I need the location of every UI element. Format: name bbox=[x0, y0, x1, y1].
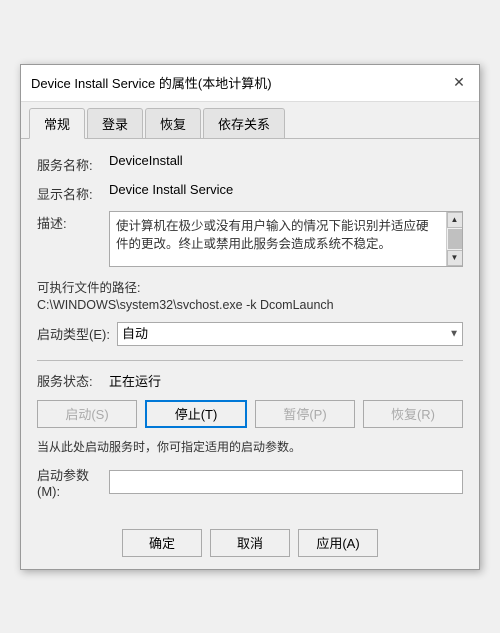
stop-button[interactable]: 停止(T) bbox=[145, 400, 247, 428]
exe-path-label: 可执行文件的路径: bbox=[37, 277, 463, 296]
service-name-row: 服务名称: DeviceInstall bbox=[37, 153, 463, 174]
bottom-buttons: 确定 取消 应用(A) bbox=[21, 523, 479, 569]
startup-type-label: 启动类型(E): bbox=[37, 324, 117, 343]
tab-content: 服务名称: DeviceInstall 显示名称: Device Install… bbox=[21, 139, 479, 523]
scroll-up-arrow[interactable]: ▲ bbox=[447, 212, 463, 228]
display-name-row: 显示名称: Device Install Service bbox=[37, 182, 463, 203]
scroll-down-arrow[interactable]: ▼ bbox=[447, 250, 463, 266]
description-row: 描述: 使计算机在极少或没有用户输入的情况下能识别并适应硬件的更改。终止或禁用此… bbox=[37, 211, 463, 267]
service-status-row: 服务状态: 正在运行 bbox=[37, 371, 463, 390]
tab-dependencies[interactable]: 依存关系 bbox=[203, 108, 285, 138]
title-bar: Device Install Service 的属性(本地计算机) ✕ bbox=[21, 65, 479, 102]
tab-general[interactable]: 常规 bbox=[29, 108, 85, 139]
exe-path-value: C:\WINDOWS\system32\svchost.exe -k DcomL… bbox=[37, 298, 463, 312]
display-name-label: 显示名称: bbox=[37, 182, 109, 203]
startup-type-wrapper: 自动 手动 禁用 ▼ bbox=[117, 322, 463, 346]
pause-button[interactable]: 暂停(P) bbox=[255, 400, 355, 428]
startup-param-row: 启动参数(M): bbox=[37, 465, 463, 499]
ok-button[interactable]: 确定 bbox=[122, 529, 202, 557]
description-text: 使计算机在极少或没有用户输入的情况下能识别并适应硬件的更改。终止或禁用此服务会造… bbox=[116, 217, 456, 255]
properties-window: Device Install Service 的属性(本地计算机) ✕ 常规 登… bbox=[20, 64, 480, 570]
start-button[interactable]: 启动(S) bbox=[37, 400, 137, 428]
startup-type-select[interactable]: 自动 手动 禁用 bbox=[117, 322, 463, 346]
tab-recovery[interactable]: 恢复 bbox=[145, 108, 201, 138]
startup-type-row: 启动类型(E): 自动 手动 禁用 ▼ bbox=[37, 322, 463, 346]
scrollbar[interactable]: ▲ ▼ bbox=[446, 212, 462, 266]
service-name-label: 服务名称: bbox=[37, 153, 109, 174]
startup-param-input[interactable] bbox=[109, 470, 463, 494]
description-label: 描述: bbox=[37, 211, 109, 232]
hint-text: 当从此处启动服务时，你可指定适用的启动参数。 bbox=[37, 438, 463, 455]
service-status-value: 正在运行 bbox=[109, 371, 161, 390]
cancel-button[interactable]: 取消 bbox=[210, 529, 290, 557]
divider bbox=[37, 360, 463, 361]
action-buttons-row: 启动(S) 停止(T) 暂停(P) 恢复(R) bbox=[37, 400, 463, 428]
apply-button[interactable]: 应用(A) bbox=[298, 529, 378, 557]
window-title: Device Install Service 的属性(本地计算机) bbox=[31, 73, 272, 92]
close-button[interactable]: ✕ bbox=[449, 73, 469, 93]
tab-login[interactable]: 登录 bbox=[87, 108, 143, 138]
description-box: 使计算机在极少或没有用户输入的情况下能识别并适应硬件的更改。终止或禁用此服务会造… bbox=[109, 211, 463, 267]
resume-button[interactable]: 恢复(R) bbox=[363, 400, 463, 428]
tab-bar: 常规 登录 恢复 依存关系 bbox=[21, 102, 479, 139]
display-name-value: Device Install Service bbox=[109, 182, 463, 197]
service-status-label: 服务状态: bbox=[37, 371, 109, 390]
service-name-value: DeviceInstall bbox=[109, 153, 463, 168]
scroll-thumb[interactable] bbox=[448, 229, 462, 249]
startup-param-label: 启动参数(M): bbox=[37, 465, 109, 499]
